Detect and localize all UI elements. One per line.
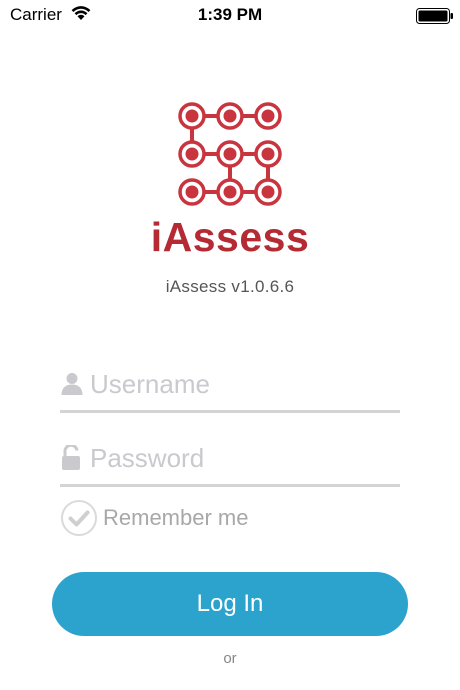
or-separator: or bbox=[223, 650, 237, 667]
password-field[interactable] bbox=[60, 436, 400, 487]
lock-icon bbox=[60, 443, 84, 470]
battery-icon bbox=[416, 8, 454, 24]
status-bar: Carrier 1:39 PM bbox=[0, 0, 460, 32]
login-button[interactable]: Log In bbox=[52, 572, 408, 636]
remember-me-label: Remember me bbox=[103, 505, 249, 530]
status-time: 1:39 PM bbox=[197, 5, 263, 24]
brand-name: iAssess bbox=[150, 214, 310, 260]
remember-me-toggle[interactable]: Remember me bbox=[60, 499, 310, 537]
username-field[interactable] bbox=[60, 362, 400, 413]
username-input[interactable] bbox=[90, 366, 396, 402]
version-label: iAssess v1.0.6.6 bbox=[165, 277, 295, 296]
checkmark-icon[interactable] bbox=[60, 499, 98, 537]
password-input[interactable] bbox=[90, 440, 396, 476]
user-icon bbox=[60, 371, 84, 395]
iassess-logo bbox=[176, 96, 284, 214]
